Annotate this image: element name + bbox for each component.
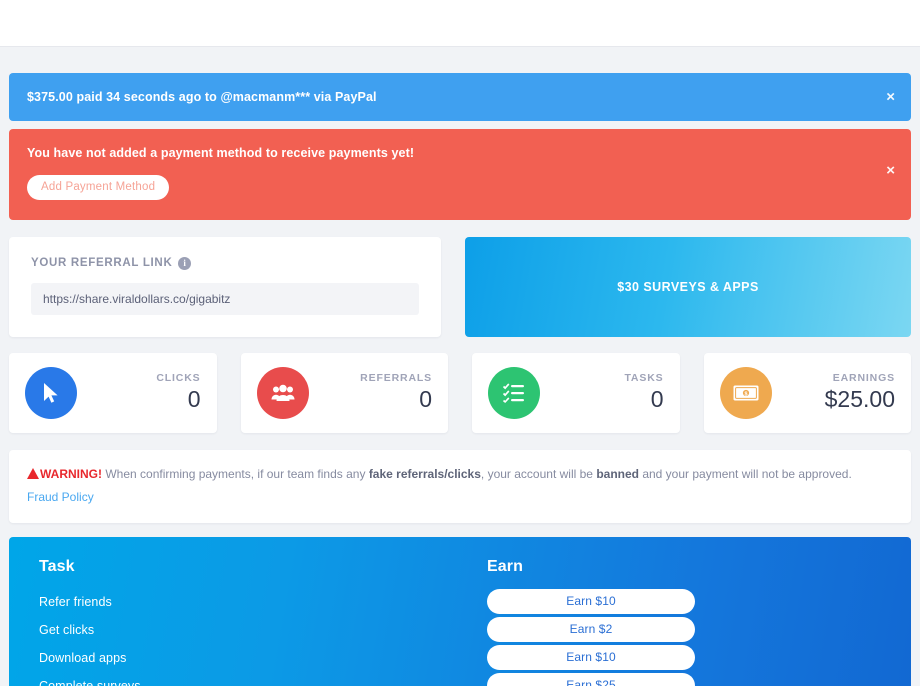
stat-label-referrals: REFERRALS [360,372,432,385]
tasks-earn-panel: Task Earn Refer friends Earn $10 Get cli… [9,536,911,686]
earn-button-get-clicks[interactable]: Earn $2 [487,617,695,642]
referral-promo-row: YOUR REFERRAL LINK i $30 SURVEYS & APPS [9,236,911,337]
stat-value-clicks: 0 [187,386,201,413]
fraud-warning-text: WARNING! When confirming payments, if ou… [27,465,893,483]
referral-link-input[interactable] [31,282,419,315]
stat-label-earnings: EARNINGS [832,372,895,385]
earn-button-complete-surveys[interactable]: Earn $25 [487,673,695,686]
stat-meta-clicks: CLICKS 0 [156,372,200,412]
info-icon[interactable]: i [178,256,192,270]
stat-card-referrals: REFERRALS 0 [240,352,448,433]
stat-value-earnings: $25.00 [824,386,895,413]
stat-value-referrals: 0 [419,386,432,413]
dashboard-page: $375.00 paid 34 seconds ago to @macmanm*… [0,73,920,686]
cursor-icon [25,366,77,419]
add-payment-method-button[interactable]: Add Payment Method [27,174,170,200]
payment-notification-alert: $375.00 paid 34 seconds ago to @macmanm*… [9,73,911,122]
stat-value-tasks: 0 [650,386,664,413]
promo-banner-label: $30 SURVEYS & APPS [617,279,759,294]
stat-meta-earnings: EARNINGS $25.00 [825,372,895,412]
stat-card-clicks: CLICKS 0 [9,352,217,433]
money-icon: $ [719,366,772,419]
warning-bold-fake-referrals: fake referrals/clicks [368,466,481,481]
warning-bold-banned: banned [596,466,639,481]
tasks-column-header-earn: Earn [487,557,523,575]
fraud-warning-card: WARNING! When confirming payments, if ou… [9,449,911,523]
stats-row: CLICKS 0 REFERRALS 0 TASKS 0 $ EARNINGS … [9,352,911,433]
svg-text:$: $ [744,391,747,397]
fraud-policy-link[interactable]: Fraud Policy [27,490,94,504]
warning-label: WARNING! [40,466,102,481]
stat-card-earnings: $ EARNINGS $25.00 [703,352,911,433]
task-button-cell: Earn $10 [487,588,881,616]
tasks-column-header-task: Task [39,557,75,575]
payment-notification-text: $375.00 paid 34 seconds ago to @macmanm*… [27,90,377,104]
task-button-cell: Earn $2 [487,616,881,644]
warning-text-part3: and your payment will not be approved. [642,466,852,481]
no-payment-method-alert: You have not added a payment method to r… [9,129,911,220]
task-label-get-clicks: Get clicks [39,622,95,637]
warning-text-part2: , your account will be [480,466,593,481]
warning-text-part1: When confirming payments, if our team fi… [105,466,366,481]
task-label-refer-friends: Refer friends [39,594,112,609]
close-icon[interactable]: × [886,90,895,105]
earn-button-download-apps[interactable]: Earn $10 [487,645,695,670]
top-header-bar [0,0,920,47]
stat-label-tasks: TASKS [624,372,664,385]
stat-meta-referrals: REFERRALS 0 [360,372,432,412]
warning-triangle-icon [27,467,39,479]
stat-meta-tasks: TASKS 0 [624,372,663,412]
referral-link-label: YOUR REFERRAL LINK [31,257,173,269]
task-label-download-apps: Download apps [39,650,127,665]
stat-label-clicks: CLICKS [156,372,201,385]
no-payment-method-text: You have not added a payment method to r… [27,146,415,161]
referral-link-heading: YOUR REFERRAL LINK i [31,256,419,270]
earn-button-refer-friends[interactable]: Earn $10 [487,589,695,614]
surveys-apps-promo-banner[interactable]: $30 SURVEYS & APPS [465,236,911,337]
task-button-cell: Earn $10 [487,644,881,672]
close-icon[interactable]: × [886,163,895,178]
stat-card-tasks: TASKS 0 [472,352,680,433]
tasks-grid: Task Earn Refer friends Earn $10 Get cli… [9,558,911,686]
users-icon [256,366,309,419]
checklist-icon [488,366,540,419]
task-label-complete-surveys: Complete surveys [39,678,141,686]
task-button-cell: Earn $25 [487,672,881,686]
referral-link-card: YOUR REFERRAL LINK i [9,236,441,337]
